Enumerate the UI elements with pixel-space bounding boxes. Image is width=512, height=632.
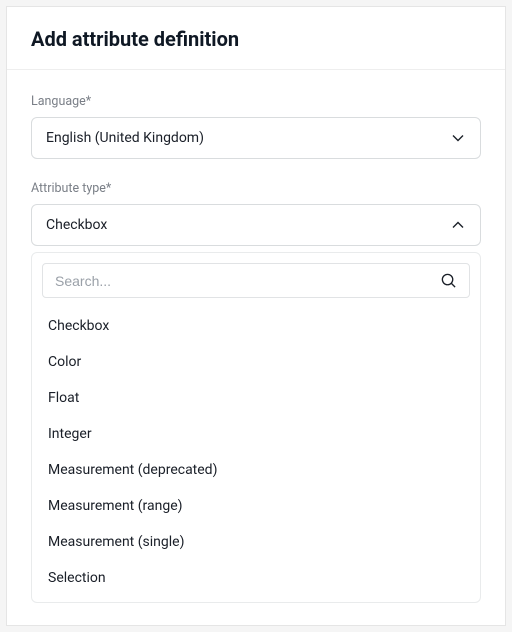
attribute-type-label: Attribute type* (31, 181, 481, 196)
attribute-type-field: Attribute type* Checkbox Checkbox Color … (31, 181, 481, 603)
option-checkbox[interactable]: Checkbox (42, 308, 470, 344)
option-float[interactable]: Float (42, 380, 470, 416)
option-measurement-single[interactable]: Measurement (single) (42, 524, 470, 560)
language-field: Language* English (United Kingdom) (31, 94, 481, 159)
option-measurement-deprecated[interactable]: Measurement (deprecated) (42, 452, 470, 488)
option-color[interactable]: Color (42, 344, 470, 380)
language-label: Language* (31, 94, 481, 109)
attribute-type-dropdown: Checkbox Color Float Integer Measurement… (31, 252, 481, 603)
chevron-up-icon (450, 217, 466, 233)
search-icon (440, 272, 457, 289)
search-wrap (42, 263, 470, 298)
chevron-down-icon (450, 130, 466, 146)
panel-header: Add attribute definition (7, 7, 505, 70)
panel-body: Language* English (United Kingdom) Attri… (7, 70, 505, 603)
attribute-type-select[interactable]: Checkbox (31, 204, 481, 246)
attribute-type-value: Checkbox (46, 217, 107, 233)
option-selection[interactable]: Selection (42, 560, 470, 596)
panel-title: Add attribute definition (31, 27, 481, 51)
add-attribute-panel: Add attribute definition Language* Engli… (6, 6, 506, 626)
option-measurement-range[interactable]: Measurement (range) (42, 488, 470, 524)
language-select[interactable]: English (United Kingdom) (31, 117, 481, 159)
search-input[interactable] (55, 273, 440, 289)
option-integer[interactable]: Integer (42, 416, 470, 452)
language-value: English (United Kingdom) (46, 130, 204, 146)
